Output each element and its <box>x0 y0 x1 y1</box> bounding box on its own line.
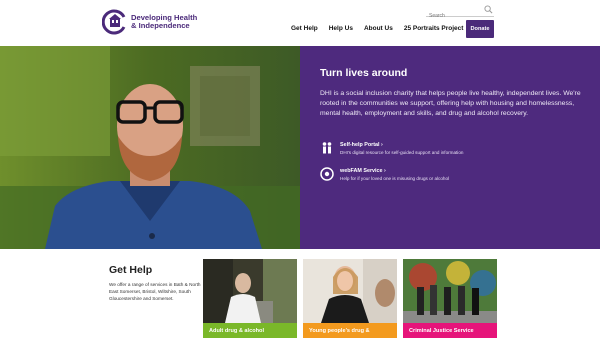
webfam-service-title: webFAM Service <box>340 168 383 174</box>
service-card-adult-drug-alcohol[interactable]: Adult drug & alcohol <box>203 259 297 338</box>
hero-description: DHI is a social inclusion charity that h… <box>320 90 581 117</box>
dhi-logo[interactable]: Developing Health & Independence <box>101 9 197 35</box>
webfam-icon <box>320 167 334 181</box>
chevron-right-icon: › <box>381 142 383 148</box>
get-help-description: We offer a range of services in Bath & N… <box>109 282 201 301</box>
donate-button[interactable]: Donate <box>466 20 494 38</box>
card-photo <box>203 259 297 323</box>
card-photo <box>403 259 497 323</box>
search-icon[interactable] <box>484 5 493 14</box>
card-label: Criminal Justice Service <box>403 323 497 338</box>
chevron-right-icon: › <box>384 168 386 174</box>
self-help-portal-link[interactable]: Self-help Portal › DHI's digital resourc… <box>320 141 463 156</box>
card-photo <box>303 259 397 323</box>
hero-photo <box>0 46 300 249</box>
hero-section: Turn lives around DHI is a social inclus… <box>0 46 600 249</box>
card-label: Adult drug & alcohol <box>203 323 297 338</box>
nav-get-help[interactable]: Get Help <box>291 25 318 32</box>
webfam-service-link[interactable]: webFAM Service › Help for if your loved … <box>320 167 449 182</box>
self-help-portal-title: Self-help Portal <box>340 142 380 148</box>
nav-help-us[interactable]: Help Us <box>329 25 353 32</box>
nav-portraits-project[interactable]: 25 Portraits Project <box>404 25 464 32</box>
logo-mark-icon <box>101 9 128 35</box>
site-header: Developing Health & Independence Get Hel… <box>0 0 600 46</box>
logo-text: Developing Health & Independence <box>131 14 197 30</box>
card-label: Young people's drug & <box>303 323 397 338</box>
search-box <box>426 4 494 22</box>
hero-title: Turn lives around <box>320 67 408 79</box>
logo-line2: & Independence <box>131 21 190 30</box>
service-card-criminal-justice[interactable]: Criminal Justice Service <box>403 259 497 338</box>
nav-about-us[interactable]: About Us <box>364 25 393 32</box>
get-help-heading: Get Help <box>109 264 153 276</box>
hero-panel: Turn lives around DHI is a social inclus… <box>300 46 600 249</box>
people-icon <box>322 142 332 154</box>
self-help-portal-desc: DHI's digital resource for self-guided s… <box>340 150 464 155</box>
webfam-service-desc: Help for if your loved one is misusing d… <box>340 176 450 181</box>
main-nav: Get Help Help Us About Us 25 Portraits P… <box>291 25 474 32</box>
service-card-young-peoples[interactable]: Young people's drug & <box>303 259 397 338</box>
